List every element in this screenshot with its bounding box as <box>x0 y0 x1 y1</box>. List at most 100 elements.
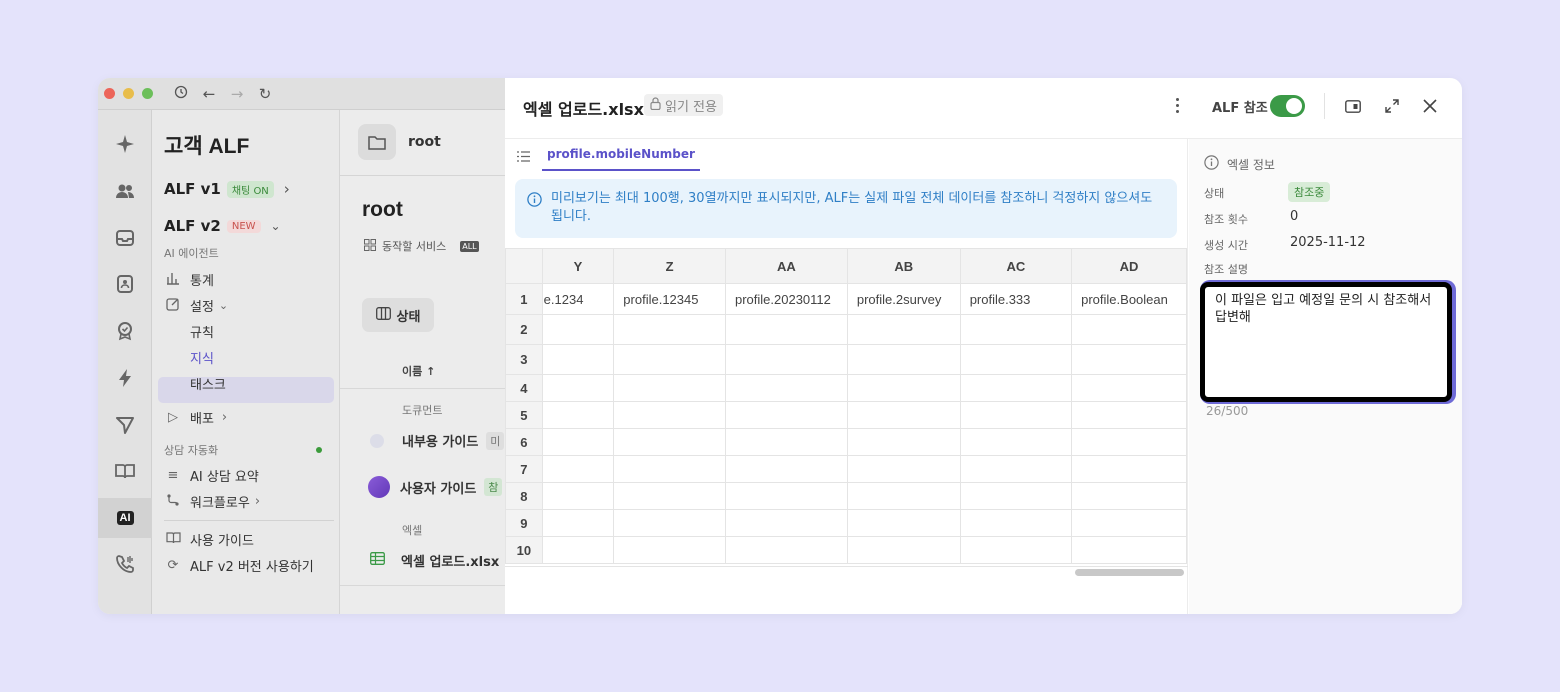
sidebar-item-deploy[interactable]: ▷ 배포 › <box>164 408 227 427</box>
sheet-tab-mobile-number[interactable]: profile.mobileNumber <box>542 139 700 171</box>
cell[interactable] <box>613 509 726 537</box>
cell[interactable] <box>541 428 615 456</box>
cell[interactable] <box>846 374 961 402</box>
column-header[interactable]: Z <box>613 248 726 284</box>
row-number[interactable]: 7 <box>505 455 543 483</box>
cell[interactable] <box>846 428 961 456</box>
cell[interactable] <box>959 344 1073 375</box>
cell[interactable] <box>724 428 848 456</box>
cell[interactable] <box>613 455 726 483</box>
cell[interactable] <box>959 455 1073 483</box>
cell[interactable] <box>1071 482 1187 510</box>
rail-contacts[interactable] <box>98 264 152 304</box>
cell[interactable] <box>541 482 615 510</box>
cell[interactable]: profile.2survey <box>846 283 961 315</box>
row-number[interactable]: 2 <box>505 314 543 345</box>
sidebar-item-task[interactable]: 태스크 <box>190 374 226 393</box>
cell[interactable] <box>846 482 961 510</box>
alf-v2-row[interactable]: ALF v2 NEW ⌄ <box>164 217 281 235</box>
cell[interactable] <box>613 428 726 456</box>
alf-v1-row[interactable]: ALF v1 채팅 ON › <box>164 180 290 198</box>
list-icon[interactable] <box>517 147 530 166</box>
cell[interactable]: profile.12345 <box>613 283 726 315</box>
alf-reference-toggle[interactable] <box>1270 95 1305 117</box>
rail-ai[interactable]: AI <box>98 498 152 538</box>
cell[interactable] <box>959 536 1073 564</box>
cell[interactable] <box>846 455 961 483</box>
cell[interactable] <box>1071 536 1187 564</box>
cell[interactable] <box>541 344 615 375</box>
cell[interactable] <box>959 401 1073 429</box>
cell[interactable] <box>724 314 848 345</box>
folder-icon[interactable] <box>358 124 396 160</box>
expand-icon[interactable] <box>1381 95 1403 117</box>
sidebar-item-stats[interactable]: 통계 <box>164 270 214 289</box>
cell[interactable] <box>959 482 1073 510</box>
horizontal-scrollbar[interactable] <box>1075 569 1184 576</box>
column-header[interactable]: AC <box>959 248 1073 284</box>
cell[interactable] <box>613 344 726 375</box>
column-header[interactable]: AA <box>724 248 848 284</box>
close-icon[interactable] <box>1419 95 1441 117</box>
sidebar-item-knowledge[interactable]: 지식 <box>190 348 214 367</box>
rail-users[interactable] <box>98 171 152 211</box>
cell[interactable] <box>959 509 1073 537</box>
zoom-window-button[interactable] <box>142 88 153 99</box>
sidebar-item-use-v2[interactable]: ⟳ ALF v2 버전 사용하기 <box>164 556 314 575</box>
cell[interactable] <box>1071 509 1187 537</box>
cell[interactable] <box>1071 344 1187 375</box>
row-number[interactable]: 8 <box>505 482 543 510</box>
close-window-button[interactable] <box>104 88 115 99</box>
cell[interactable] <box>724 401 848 429</box>
sidebar-item-ai-summary[interactable]: ≡ AI 상담 요약 <box>164 466 259 485</box>
column-header[interactable]: AD <box>1071 248 1187 284</box>
cell[interactable] <box>541 509 615 537</box>
row-number[interactable]: 3 <box>505 344 543 375</box>
cell[interactable] <box>846 344 961 375</box>
cell[interactable] <box>959 314 1073 345</box>
sidebar-item-workflow[interactable]: 워크플로우 › <box>164 492 260 511</box>
rail-badge[interactable] <box>98 311 152 351</box>
back-arrow-icon[interactable]: ← <box>201 85 217 103</box>
row-number[interactable]: 9 <box>505 509 543 537</box>
column-header[interactable]: AB <box>846 248 961 284</box>
cell[interactable] <box>613 374 726 402</box>
sidebar-item-guide[interactable]: 사용 가이드 <box>164 530 254 549</box>
cell[interactable] <box>846 314 961 345</box>
sidebar-item-settings[interactable]: 설정 ⌄ <box>164 296 228 315</box>
cell[interactable] <box>613 314 726 345</box>
tab-service[interactable]: 동작할 서비스 <box>382 238 446 254</box>
row-number[interactable]: 5 <box>505 401 543 429</box>
cell[interactable] <box>541 401 615 429</box>
cell[interactable] <box>541 455 615 483</box>
cell[interactable] <box>724 482 848 510</box>
column-name-header[interactable]: 이름 ↑ <box>402 363 435 379</box>
cell[interactable]: e.1234 <box>541 283 615 315</box>
cell[interactable] <box>724 536 848 564</box>
breadcrumb[interactable]: root <box>408 134 441 150</box>
rail-sparkle[interactable] <box>98 124 152 164</box>
cell[interactable]: profile.20230112 <box>724 283 848 315</box>
rail-automation[interactable] <box>98 358 152 398</box>
cell[interactable] <box>959 428 1073 456</box>
history-icon[interactable] <box>173 85 189 103</box>
rail-inbox[interactable] <box>98 218 152 258</box>
cell[interactable]: profile.Boolean <box>1071 283 1187 315</box>
row-number[interactable]: 6 <box>505 428 543 456</box>
rail-call[interactable] <box>98 544 152 584</box>
list-item-user-guide[interactable]: 사용자 가이드 참 <box>368 476 503 498</box>
row-number[interactable]: 4 <box>505 374 543 402</box>
cell[interactable] <box>1071 374 1187 402</box>
cell[interactable] <box>724 344 848 375</box>
cell[interactable] <box>541 314 615 345</box>
cell[interactable] <box>846 536 961 564</box>
list-item-internal-guide[interactable]: 내부용 가이드 미 <box>370 431 505 450</box>
row-number[interactable]: 1 <box>505 283 543 315</box>
column-header[interactable]: Y <box>541 248 615 284</box>
reload-icon[interactable]: ↻ <box>257 85 273 103</box>
cell[interactable] <box>724 455 848 483</box>
cell[interactable] <box>613 482 726 510</box>
cell[interactable] <box>541 374 615 402</box>
more-options-icon[interactable] <box>1169 94 1185 116</box>
list-item-excel[interactable]: 엑셀 업로드.xlsx <box>370 551 499 570</box>
